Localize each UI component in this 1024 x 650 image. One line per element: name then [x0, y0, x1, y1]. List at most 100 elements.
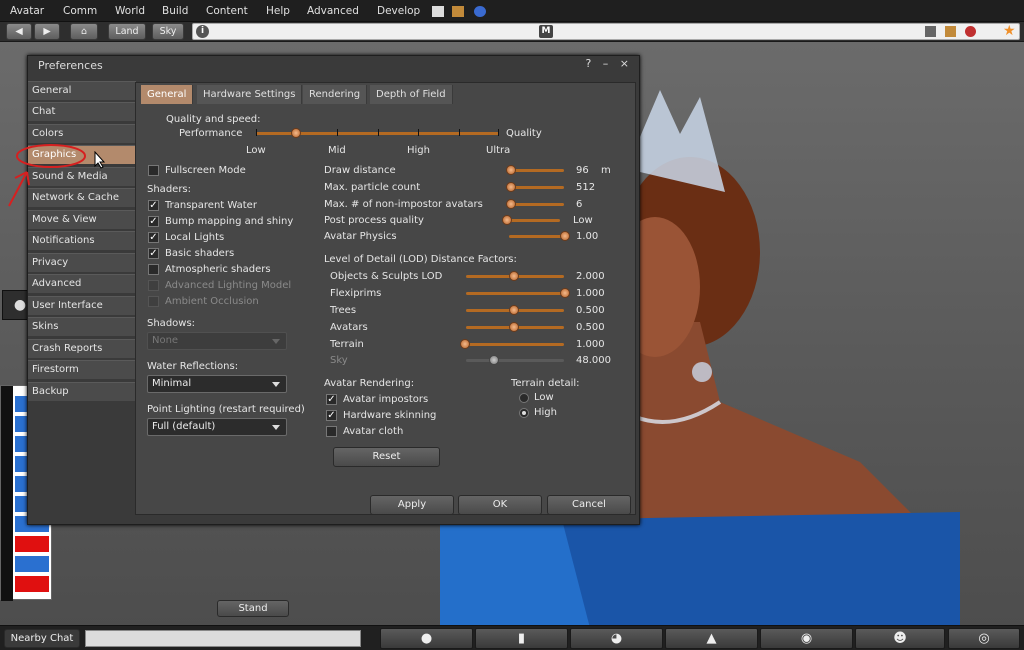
category-advanced[interactable]: Advanced [28, 274, 136, 293]
hardware-skinning-checkbox[interactable]: ✓ [326, 410, 337, 421]
lod-objects-knob[interactable] [509, 271, 519, 281]
tab-depth-of-field[interactable]: Depth of Field [370, 85, 453, 104]
lod-terrain-knob[interactable] [460, 339, 470, 349]
category-privacy[interactable]: Privacy [28, 253, 136, 272]
terrain-detail-label: Terrain detail: [511, 378, 580, 389]
hud-button[interactable] [15, 576, 49, 592]
local-lights-checkbox[interactable]: ✓ [148, 232, 159, 243]
non-impostor-knob[interactable] [506, 199, 516, 209]
quality-slider-knob[interactable] [291, 128, 301, 138]
category-backup[interactable]: Backup [28, 382, 136, 401]
home-button[interactable]: ⌂ [70, 23, 98, 40]
menu-content[interactable]: Content [206, 5, 248, 17]
category-notifications[interactable]: Notifications [28, 231, 136, 250]
fullscreen-checkbox[interactable] [148, 165, 159, 176]
arrow-left-icon: ◀ [15, 26, 23, 37]
voice-button[interactable]: ◕ [570, 628, 663, 649]
hud-button[interactable] [15, 536, 49, 552]
lod-terrain-slider[interactable] [466, 343, 564, 346]
category-move-view[interactable]: Move & View [28, 210, 136, 229]
particle-count-slider[interactable] [508, 186, 564, 189]
category-chat[interactable]: Chat [28, 102, 136, 121]
terrain-high-radio[interactable] [519, 408, 529, 418]
quality-mark-mid: Mid [328, 145, 346, 156]
location-input[interactable]: i M ★ [192, 23, 1020, 40]
reset-button[interactable]: Reset [333, 447, 440, 467]
non-impostor-label: Max. # of non-impostor avatars [324, 199, 483, 210]
apply-button[interactable]: Apply [370, 495, 454, 515]
ok-button[interactable]: OK [458, 495, 542, 515]
menu-develop[interactable]: Develop [377, 5, 420, 17]
move-button[interactable]: ▲ [665, 628, 758, 649]
menu-comm[interactable]: Comm [63, 5, 97, 17]
category-skins[interactable]: Skins [28, 317, 136, 336]
category-user-interface[interactable]: User Interface [28, 296, 136, 315]
tab-hardware-settings[interactable]: Hardware Settings [197, 85, 303, 104]
post-process-slider[interactable] [506, 219, 560, 222]
cancel-button[interactable]: Cancel [547, 495, 631, 515]
bump-mapping-label: Bump mapping and shiny [165, 216, 294, 227]
category-general[interactable]: General [28, 81, 136, 100]
lod-flexiprims-slider[interactable] [466, 292, 564, 295]
lod-trees-knob[interactable] [509, 305, 519, 315]
draw-distance-knob[interactable] [506, 165, 516, 175]
quality-mark-high: High [407, 145, 430, 156]
hud-button[interactable] [15, 556, 49, 572]
view-button[interactable]: ◉ [760, 628, 853, 649]
stand-button[interactable]: Stand [217, 600, 289, 617]
radar-button[interactable]: ◎ [948, 628, 1020, 649]
mouse-cursor-icon [94, 151, 106, 169]
microphone-icon: ▮ [517, 631, 526, 646]
speak-button[interactable]: ▮ [475, 628, 568, 649]
atmospheric-shaders-checkbox[interactable] [148, 264, 159, 275]
menu-avatar[interactable]: Avatar [10, 5, 44, 17]
people-button[interactable]: ☻ [855, 628, 945, 649]
chevron-down-icon [272, 339, 280, 344]
bump-mapping-checkbox[interactable]: ✓ [148, 216, 159, 227]
terrain-low-radio[interactable] [519, 393, 529, 403]
window-controls[interactable]: ? – × [585, 57, 633, 70]
sky-button[interactable]: Sky [152, 23, 184, 40]
lod-avatars-knob[interactable] [509, 322, 519, 332]
particle-count-knob[interactable] [506, 182, 516, 192]
avatar-physics-value: 1.00 [576, 231, 599, 242]
chat-button[interactable]: ● [380, 628, 473, 649]
quality-tick [256, 129, 257, 136]
water-reflections-dropdown[interactable]: Minimal [147, 375, 287, 393]
avatar-physics-slider[interactable] [509, 235, 565, 238]
point-lighting-dropdown[interactable]: Full (default) [147, 418, 287, 436]
avatar-cloth-checkbox[interactable] [326, 426, 337, 437]
transparent-water-checkbox[interactable]: ✓ [148, 200, 159, 211]
chat-input[interactable] [85, 630, 361, 647]
menu-world[interactable]: World [115, 5, 145, 17]
star-icon[interactable]: ★ [1003, 23, 1016, 39]
post-process-knob[interactable] [502, 215, 512, 225]
menu-advanced[interactable]: Advanced [307, 5, 359, 17]
land-button[interactable]: Land [108, 23, 146, 40]
status-icons[interactable] [432, 4, 494, 18]
category-firestorm[interactable]: Firestorm [28, 360, 136, 379]
lod-avatars-value: 0.500 [576, 322, 605, 333]
tab-rendering[interactable]: Rendering [303, 85, 368, 104]
arrow-right-icon: ▶ [43, 26, 51, 37]
info-icon[interactable]: i [196, 25, 209, 38]
forward-button[interactable]: ▶ [34, 23, 60, 40]
menu-build[interactable]: Build [162, 5, 188, 17]
basic-shaders-checkbox[interactable]: ✓ [148, 248, 159, 259]
nearby-chat-button[interactable]: Nearby Chat [4, 629, 80, 648]
lod-flexiprims-knob[interactable] [560, 288, 570, 298]
tab-general[interactable]: General [141, 85, 194, 104]
script-icon [925, 26, 936, 37]
avatar-impostors-checkbox[interactable]: ✓ [326, 394, 337, 405]
basic-shaders-label: Basic shaders [165, 248, 235, 259]
category-crash-reports[interactable]: Crash Reports [28, 339, 136, 358]
draw-distance-slider[interactable] [508, 169, 564, 172]
avatar-rendering-label: Avatar Rendering: [324, 378, 415, 389]
lod-sky-label: Sky [330, 355, 348, 366]
quality-quality-label: Quality [506, 128, 542, 139]
non-impostor-slider[interactable] [508, 203, 564, 206]
menu-help[interactable]: Help [266, 5, 290, 17]
avatar-physics-knob[interactable] [560, 231, 570, 241]
back-button[interactable]: ◀ [6, 23, 32, 40]
ambient-occlusion-checkbox [148, 296, 159, 307]
